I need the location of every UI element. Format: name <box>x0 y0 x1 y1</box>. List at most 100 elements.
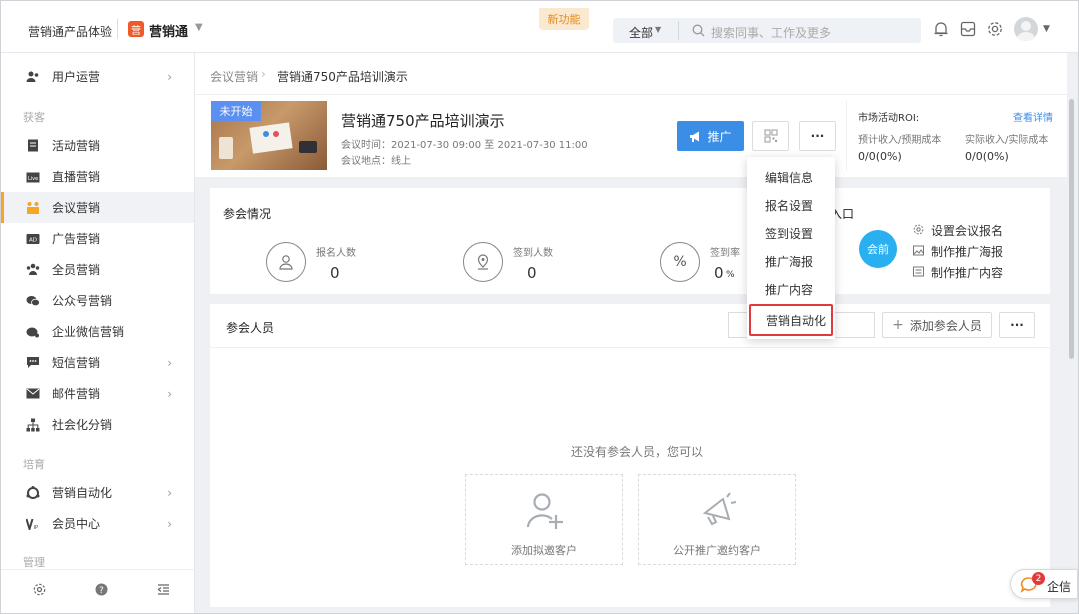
avatar[interactable] <box>1014 17 1038 41</box>
chevron-right-icon: › <box>261 67 266 81</box>
sidebar-item-official-account[interactable]: 公众号营销 <box>1 285 194 316</box>
sidebar-item-wecom[interactable]: 企业微信营销 <box>1 316 194 347</box>
participants-card: 参会人员 + 添加参会人员 ··· 还没有参会人员，您可以 添加拟邀客户 公开推… <box>210 304 1050 607</box>
empty-state-text: 还没有参会人员，您可以 <box>571 445 704 459</box>
menu-item-promo-content[interactable]: 推广内容 <box>747 275 835 303</box>
unread-badge: 2 <box>1032 572 1045 585</box>
sidebar-item-social-distribution[interactable]: 社会化分销 <box>1 409 194 440</box>
participants-more-button[interactable]: ··· <box>999 312 1035 338</box>
sidebar-item-automation[interactable]: 营销自动化 › <box>1 477 194 508</box>
chevron-down-icon[interactable]: ▼ <box>195 22 203 33</box>
sidebar-item-label: 全员营销 <box>52 263 101 277</box>
svg-text:?: ? <box>99 586 104 596</box>
inbox-icon[interactable] <box>959 20 977 38</box>
sidebar-item-label: 活动营销 <box>52 139 101 153</box>
sidebar-item-label: 会员中心 <box>52 517 101 531</box>
chevron-right-icon: › <box>167 486 172 500</box>
search-input[interactable]: 搜索同事、工作及更多 <box>711 24 831 41</box>
sidebar-item-email[interactable]: 邮件营销 › <box>1 378 194 409</box>
sidebar-item-member-center[interactable]: IP 会员中心 › <box>1 508 194 539</box>
divider <box>678 21 679 40</box>
meeting-icon <box>26 201 40 215</box>
menu-item-label: 报名设置 <box>765 198 814 213</box>
breadcrumb-parent[interactable]: 会议营销 <box>210 68 258 85</box>
participants-title: 参会人员 <box>226 321 275 335</box>
add-participant-button[interactable]: + 添加参会人员 <box>882 312 992 338</box>
add-invitee-card[interactable]: 添加拟邀客户 <box>465 474 623 565</box>
collapse-sidebar-icon[interactable] <box>157 583 170 596</box>
menu-item-marketing-automation[interactable]: 营销自动化 <box>749 304 833 336</box>
stat-unit: % <box>726 270 735 280</box>
help-icon[interactable]: ? <box>95 583 108 596</box>
menu-item-edit-info[interactable]: 编辑信息 <box>747 163 835 191</box>
roi-detail-link[interactable]: 查看详情 <box>1013 109 1053 124</box>
more-actions-menu: 编辑信息 报名设置 签到设置 推广海报 推广内容 营销自动化 <box>747 157 835 339</box>
promote-button[interactable]: 推广 <box>677 121 744 151</box>
qrcode-button[interactable] <box>752 121 789 151</box>
menu-item-label: 编辑信息 <box>765 170 814 185</box>
sidebar-item-label: 社会化分销 <box>52 418 113 432</box>
product-name: 营销通产品体验 <box>28 25 113 39</box>
sidebar-item-sms[interactable]: 短信营销 › <box>1 347 194 378</box>
sidebar-item-activity[interactable]: 活动营销 <box>1 130 194 161</box>
ad-icon: AD <box>26 232 40 246</box>
document-icon <box>26 139 40 153</box>
scrollbar[interactable] <box>1068 95 1075 607</box>
settings-icon[interactable] <box>33 583 46 596</box>
mail-icon <box>26 387 40 401</box>
sidebar-item-ads[interactable]: AD 广告营销 <box>1 223 194 254</box>
chat-widget[interactable]: 2 企信 <box>1010 569 1078 599</box>
stat-value: 0 <box>527 264 537 282</box>
menu-item-promo-poster[interactable]: 推广海报 <box>747 247 835 275</box>
chat-widget-label: 企信 <box>1047 580 1072 594</box>
megaphone-icon <box>690 131 700 142</box>
live-icon: Live <box>26 170 40 184</box>
menu-item-registration-settings[interactable]: 报名设置 <box>747 191 835 219</box>
sidebar-item-live[interactable]: Live 直播营销 <box>1 161 194 192</box>
chevron-right-icon: › <box>167 387 172 401</box>
entry-link-content[interactable]: 制作推广内容 <box>931 264 1003 281</box>
chevron-down-icon[interactable]: ▼ <box>655 25 661 34</box>
roi-title: 市场活动ROI: <box>858 113 920 124</box>
sidebar-item-label: 广告营销 <box>52 232 101 246</box>
content-icon <box>913 266 924 277</box>
sidebar-item-label: 用户运营 <box>52 70 101 84</box>
chevron-down-icon[interactable]: ▼ <box>1043 24 1050 34</box>
automation-icon <box>26 485 40 500</box>
chevron-right-icon: › <box>167 517 172 531</box>
app-name[interactable]: 营销通 <box>149 21 188 40</box>
gear-icon <box>913 224 924 235</box>
divider <box>846 101 847 171</box>
stat-label: 签到率 <box>710 248 740 259</box>
users-icon <box>26 70 40 84</box>
scope-select[interactable]: 全部 <box>629 24 653 41</box>
roi-actual-value: 0/0(0%) <box>965 150 1009 163</box>
gear-icon[interactable] <box>986 20 1004 38</box>
promote-button-label: 推广 <box>707 129 732 144</box>
more-actions-button[interactable]: ··· <box>799 121 836 151</box>
menu-item-label: 推广内容 <box>765 282 814 297</box>
image-icon <box>913 245 924 256</box>
sidebar-item-meeting[interactable]: 会议营销 <box>1 192 194 223</box>
qrcode-icon <box>764 129 777 143</box>
menu-item-checkin-settings[interactable]: 签到设置 <box>747 219 835 247</box>
entry-link-poster[interactable]: 制作推广海报 <box>931 243 1003 260</box>
sidebar-item-all-staff[interactable]: 全员营销 <box>1 254 194 285</box>
stat-label: 报名人数 <box>316 248 356 259</box>
entry-link-registration[interactable]: 设置会议报名 <box>931 222 1003 239</box>
breadcrumb: 会议营销 › 营销通750产品培训演示 <box>195 53 1067 95</box>
sidebar-item-label: 直播营销 <box>52 170 101 184</box>
scrollbar-thumb[interactable] <box>1069 99 1074 359</box>
sidebar-item-label: 会议营销 <box>52 201 101 215</box>
plus-icon: + <box>892 317 904 333</box>
sidebar-item-user-ops[interactable]: 用户运营 › <box>1 61 194 92</box>
app-window: 营销通产品体验 营 营销通 ▼ 新功能 全部 ▼ 搜索同事、工作及更多 ▼ 用户… <box>0 0 1079 614</box>
public-invite-card[interactable]: 公开推广邀约客户 <box>638 474 796 565</box>
wechat-icon <box>26 294 40 308</box>
event-time: 会议时间：2021-07-30 09:00 至 2021-07-30 11:00 <box>341 140 588 151</box>
divider <box>117 19 118 39</box>
menu-item-label: 营销自动化 <box>766 313 827 328</box>
bell-icon[interactable] <box>932 20 950 38</box>
status-badge: 未开始 <box>211 101 261 121</box>
new-feature-badge[interactable]: 新功能 <box>539 8 589 30</box>
